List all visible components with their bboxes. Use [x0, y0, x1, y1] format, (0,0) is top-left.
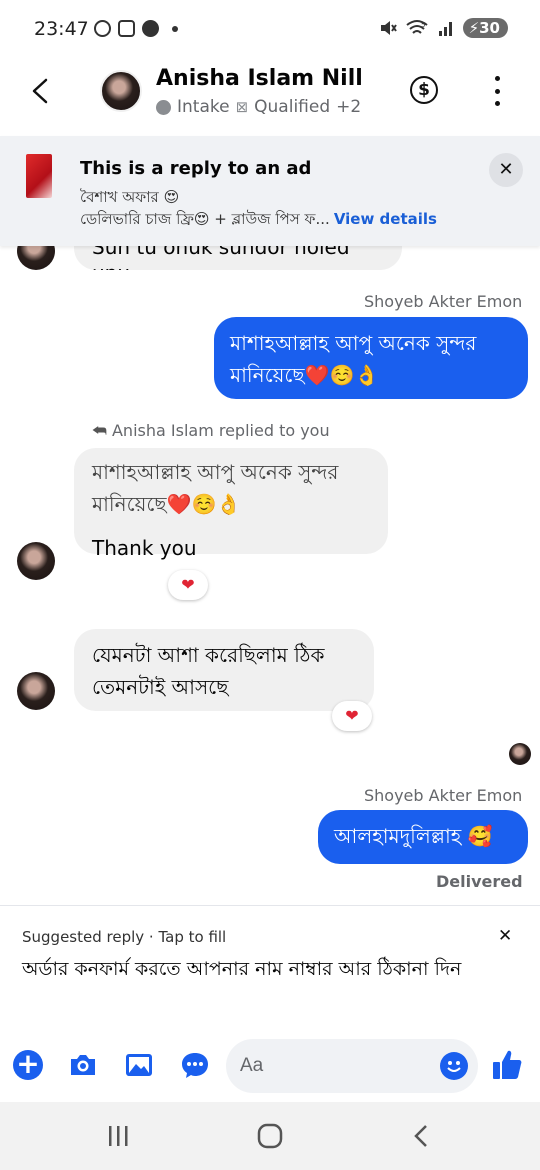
- sender-name: Shoyeb Akter Emon: [364, 292, 523, 311]
- ad-banner-title: This is a reply to an ad: [80, 158, 312, 179]
- smile-icon: [447, 1061, 461, 1072]
- heart-reaction-icon[interactable]: ❤: [168, 570, 208, 600]
- heart-reaction-icon[interactable]: ❤: [332, 701, 372, 731]
- message-text: মাশাহআল্লাহ আপু অনেক সুন্দর মানিয়েছে❤️☺…: [230, 331, 477, 387]
- close-banner-icon[interactable]: ✕: [489, 153, 523, 187]
- screenshot-icon: [118, 20, 135, 37]
- contact-avatar[interactable]: [100, 70, 142, 112]
- wifi-icon: 5: [405, 20, 428, 34]
- close-suggestion-icon[interactable]: ✕: [498, 926, 512, 946]
- more-notifications-icon: [172, 25, 178, 32]
- seen-avatar: [509, 743, 531, 765]
- ad-reply-banner: This is a reply to an ad বৈশাখ অফার 😍 ডে…: [0, 136, 540, 246]
- chat-header: Anisha Islam Nill Intake ⊠ Qualified +2 …: [0, 58, 540, 136]
- camera-icon[interactable]: [68, 1050, 98, 1080]
- thumbs-up-icon[interactable]: [491, 1048, 523, 1082]
- payment-dollar-icon[interactable]: $: [410, 76, 438, 104]
- quoted-message-text: মাশাহআল্লাহ আপু অনেক সুন্দর মানিয়েছে❤️☺…: [92, 460, 339, 516]
- incoming-message-with-reply[interactable]: মাশাহআল্লাহ আপু অনেক সুন্দর মানিয়েছে❤️☺…: [74, 448, 388, 560]
- suggested-reply-text[interactable]: অর্ডার কনফার্ম করতে আপনার নাম নাম্বার আর…: [22, 954, 522, 984]
- outgoing-message[interactable]: মাশাহআল্লাহ আপু অনেক সুন্দর মানিয়েছে❤️☺…: [214, 317, 528, 399]
- incoming-message[interactable]: Sun tu onuk sundor holed upu: [74, 246, 402, 270]
- intake-dot-icon: [156, 99, 171, 115]
- label-extra-count: +2: [336, 97, 362, 117]
- messenger-icon: [142, 20, 159, 37]
- reply-arrow-icon: ⮪: [92, 421, 107, 440]
- label-intake: Intake: [177, 97, 230, 117]
- back-nav-icon[interactable]: [410, 1124, 434, 1148]
- ad-text-line-2-content: ডেলিভারি চাজ ফ্রি😍 + ব্লাউজ পিস ফ...: [80, 210, 330, 228]
- reply-indicator: ⮪ Anisha Islam replied to you: [92, 421, 330, 441]
- qualified-icon: ⊠: [235, 98, 249, 116]
- sender-name: Shoyeb Akter Emon: [364, 786, 523, 805]
- view-details-link[interactable]: View details: [334, 210, 437, 228]
- message-text: যেমনটা আশা করেছিলাম ঠিক তেমনটাই আসছে: [92, 643, 325, 699]
- message-text: Thank you: [92, 536, 197, 560]
- message-input-box[interactable]: [226, 1039, 478, 1093]
- battery-indicator: ⚡30: [462, 18, 508, 38]
- sender-avatar[interactable]: [17, 246, 55, 270]
- sender-avatar[interactable]: [17, 542, 55, 580]
- sender-avatar[interactable]: [17, 672, 55, 710]
- network-label: 5: [421, 21, 425, 29]
- incoming-message[interactable]: যেমনটা আশা করেছিলাম ঠিক তেমনটাই আসছে: [74, 629, 374, 711]
- more-options-icon[interactable]: [492, 76, 502, 106]
- ad-thumbnail[interactable]: [26, 154, 52, 198]
- emoji-icon[interactable]: [440, 1052, 468, 1080]
- reply-indicator-text: Anisha Islam replied to you: [111, 421, 330, 440]
- suggested-reply-label: Suggested reply · Tap to fill: [22, 928, 227, 946]
- message-input[interactable]: [240, 1049, 430, 1083]
- gallery-icon[interactable]: [124, 1050, 154, 1080]
- message-text: আলহামদুলিল্লাহ 🥰: [334, 824, 493, 848]
- system-icons: 5 ⚡30: [379, 18, 508, 38]
- mute-icon: [380, 21, 397, 35]
- signal-icon: [438, 22, 452, 36]
- notification-icons: [94, 20, 178, 37]
- back-arrow-icon[interactable]: [26, 76, 56, 106]
- ad-text-line-2: ডেলিভারি চাজ ফ্রি😍 + ব্লাউজ পিস ফ... View…: [80, 208, 437, 233]
- delivery-status: Delivered: [436, 872, 523, 891]
- suggested-reply-panel[interactable]: Suggested reply · Tap to fill ✕ অর্ডার ক…: [0, 905, 540, 1030]
- message-list[interactable]: Sun tu onuk sundor holed upu Shoyeb Akte…: [0, 246, 540, 906]
- label-qualified: Qualified: [254, 97, 331, 117]
- message-composer: +: [0, 1030, 540, 1102]
- status-bar: 23:47 5 ⚡30: [0, 0, 540, 58]
- contact-name[interactable]: Anisha Islam Nill: [156, 66, 363, 91]
- battery-level: 30: [479, 19, 500, 37]
- chat-bubble-icon[interactable]: [180, 1050, 210, 1080]
- home-icon[interactable]: [257, 1123, 283, 1149]
- outgoing-message[interactable]: আলহামদুলিল্লাহ 🥰: [318, 810, 528, 864]
- screen-record-icon: [94, 20, 111, 37]
- contact-labels[interactable]: Intake ⊠ Qualified +2: [156, 97, 361, 117]
- status-time: 23:47: [34, 18, 89, 40]
- system-navigation-bar: [0, 1102, 540, 1170]
- plus-icon[interactable]: +: [13, 1050, 43, 1080]
- recent-apps-icon[interactable]: [106, 1124, 132, 1148]
- message-text: Sun tu onuk sundor holed upu: [92, 246, 350, 270]
